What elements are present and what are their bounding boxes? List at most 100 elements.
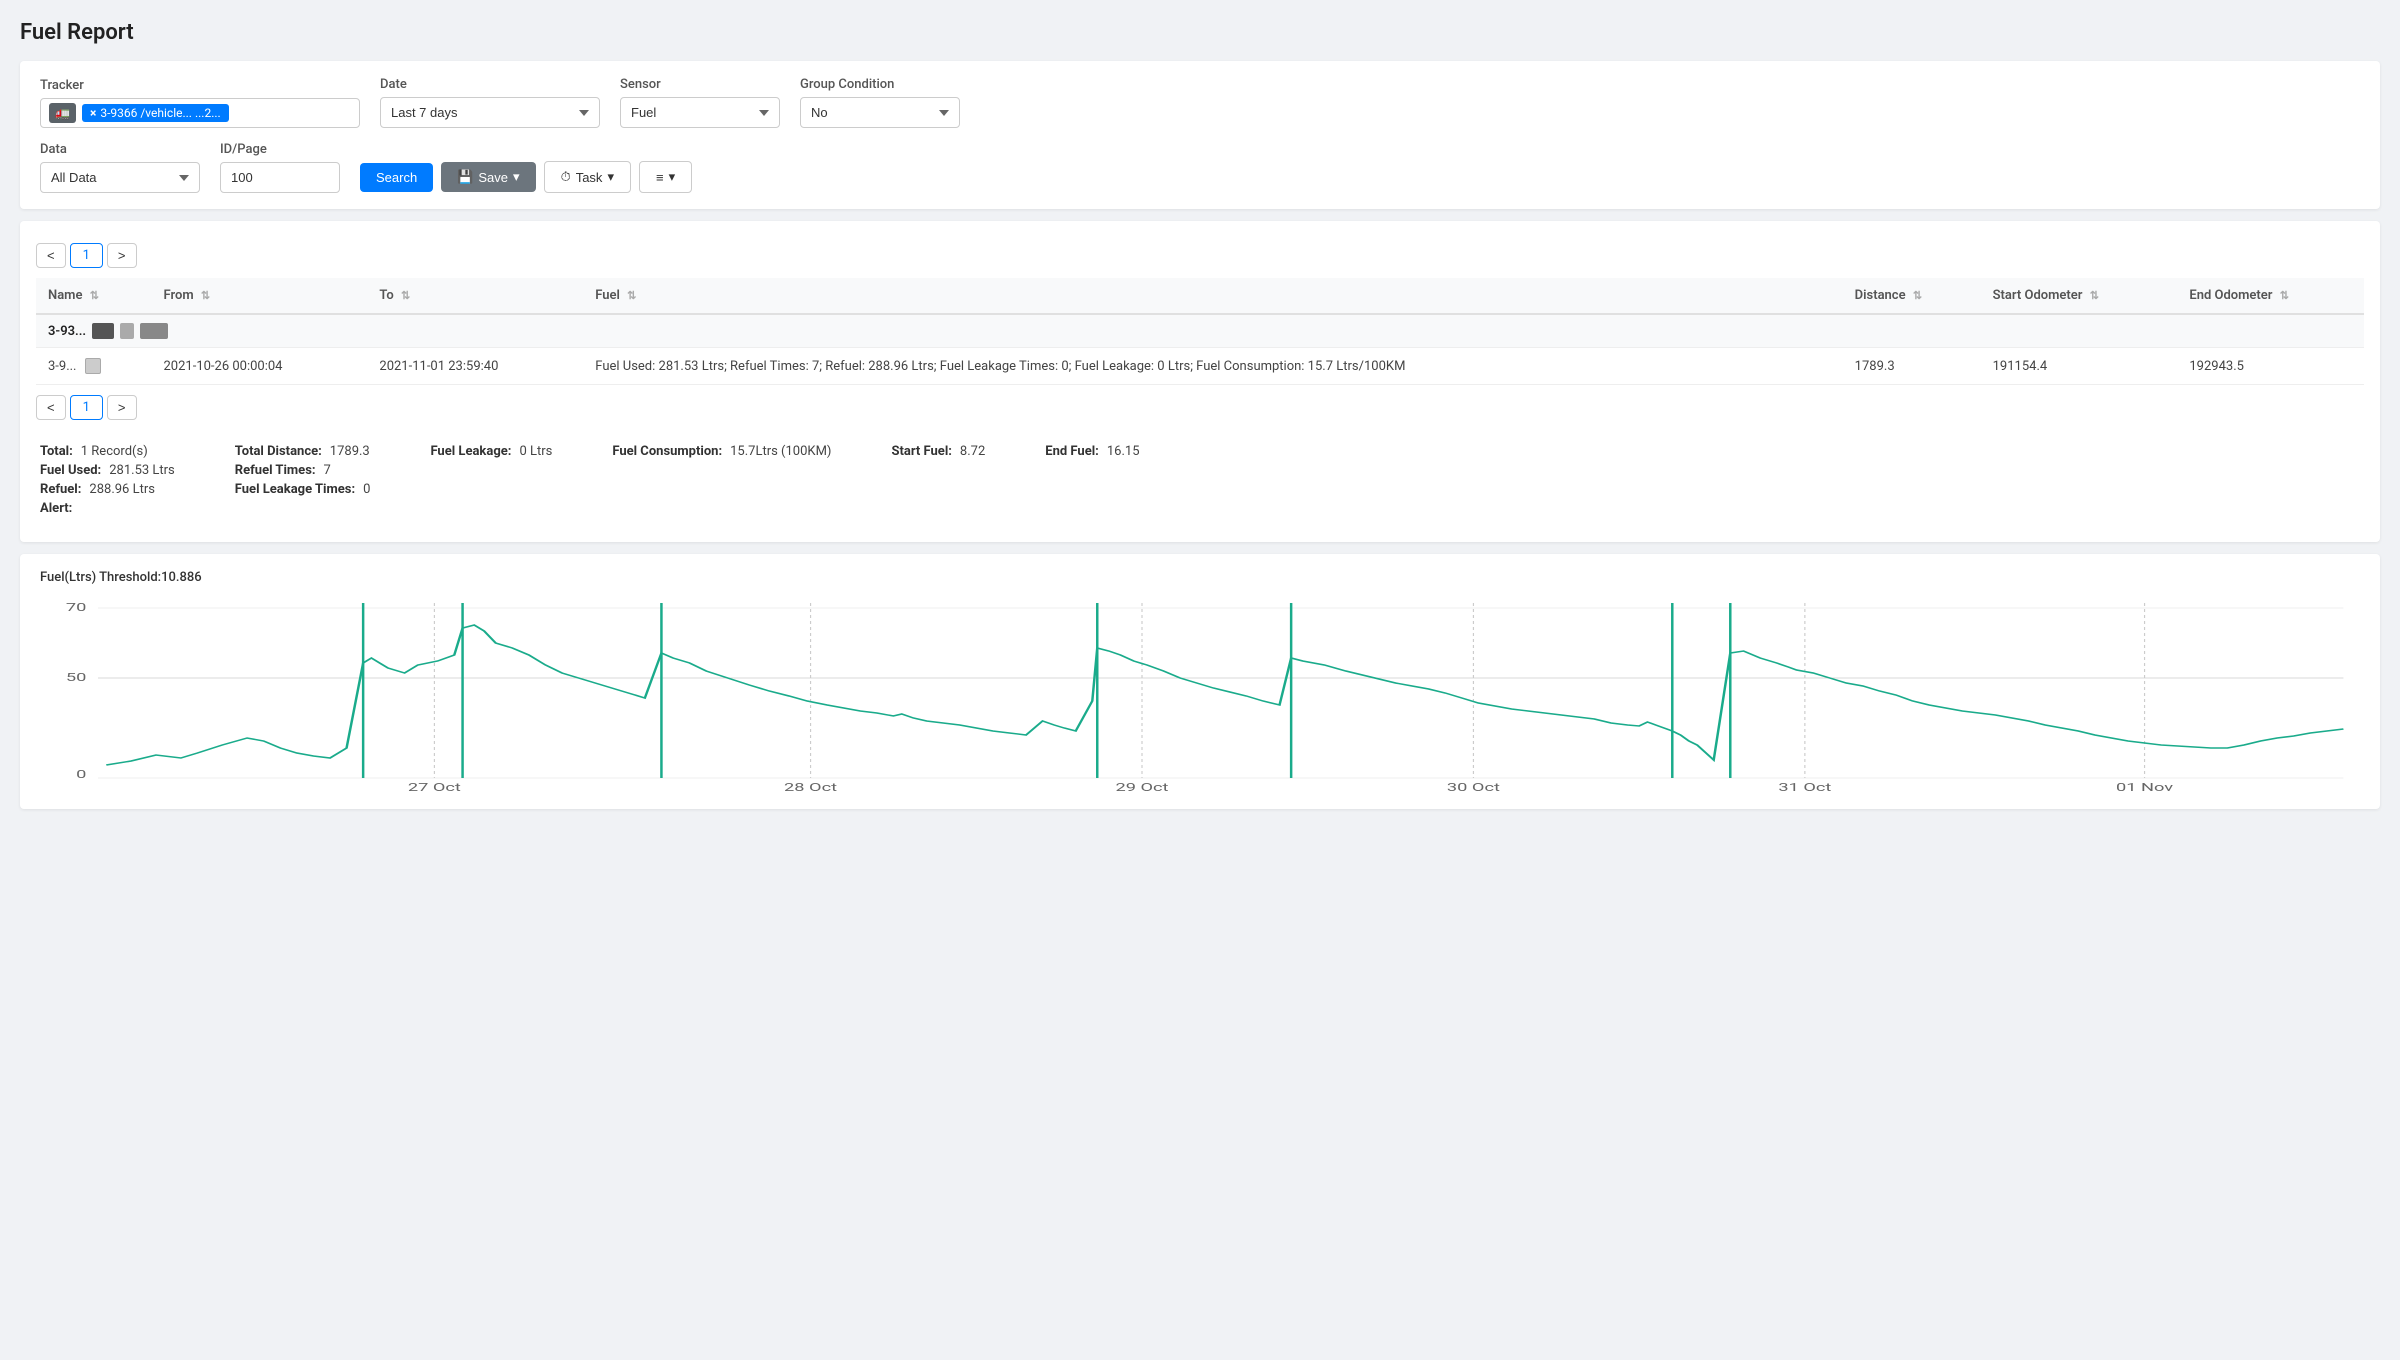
summary-col-2: Total Distance: 1789.3 Refuel Times: 7 F… xyxy=(235,444,371,497)
tracker-input-container[interactable]: 🚛 × 3-9366 /vehicle... ...2... xyxy=(40,98,360,128)
sub-row-name: 3-9... xyxy=(48,358,140,374)
col-start-odometer: Start Odometer ⇅ xyxy=(1981,278,2178,314)
distance-sort-icon[interactable]: ⇅ xyxy=(1913,289,1922,302)
fuel-report-table: Name ⇅ From ⇅ To ⇅ Fuel ⇅ Distance ⇅ xyxy=(36,278,2364,385)
sensor-select[interactable]: Fuel xyxy=(620,97,780,128)
fuel-leakage-label: Fuel Leakage: xyxy=(430,444,511,459)
from-sort-icon[interactable]: ⇅ xyxy=(201,289,210,302)
chart-title: Fuel(Ltrs) Threshold:10.886 xyxy=(40,570,2360,585)
row-name-cell: 3-9... xyxy=(36,348,152,385)
save-label: Save xyxy=(478,170,508,185)
action-buttons: Search 💾 Save ▾ ⏱ Task ▾ ≡ ▾ xyxy=(360,161,692,193)
tracker-label: Tracker xyxy=(40,78,360,93)
data-select[interactable]: All Data xyxy=(40,162,200,193)
summary-col-5: Start Fuel: 8.72 xyxy=(891,444,985,459)
save-button[interactable]: 💾 Save ▾ xyxy=(441,162,535,192)
prev-page-bottom-button[interactable]: < xyxy=(36,395,66,420)
total-distance-label: Total Distance: xyxy=(235,444,322,459)
name-icon-medium xyxy=(140,323,168,339)
col-name: Name ⇅ xyxy=(36,278,152,314)
next-page-bottom-button[interactable]: > xyxy=(107,395,137,420)
svg-text:27 Oct: 27 Oct xyxy=(408,781,461,794)
date-select[interactable]: Last 7 days xyxy=(380,97,600,128)
fuel-consumption-value: 15.7Ltrs (100KM) xyxy=(730,444,831,459)
current-page-bottom-indicator: 1 xyxy=(70,395,103,420)
fuel-leakage-times-label: Fuel Leakage Times: xyxy=(235,482,355,497)
task-button[interactable]: ⏱ Task ▾ xyxy=(544,161,631,193)
group-condition-select[interactable]: No xyxy=(800,97,960,128)
refuel-value: 288.96 Ltrs xyxy=(89,482,155,497)
fuel-sort-icon[interactable]: ⇅ xyxy=(627,289,636,302)
col-fuel: Fuel ⇅ xyxy=(583,278,1842,314)
name-icon-dark xyxy=(92,323,114,339)
summary-col-4: Fuel Consumption: 15.7Ltrs (100KM) xyxy=(612,444,831,459)
start-odometer-sort-icon[interactable]: ⇅ xyxy=(2090,289,2099,302)
col-from: From ⇅ xyxy=(152,278,368,314)
svg-text:50: 50 xyxy=(66,671,86,684)
col-end-odometer: End Odometer ⇅ xyxy=(2177,278,2364,314)
save-icon: 💾 xyxy=(457,169,473,185)
tracker-remove-icon[interactable]: × xyxy=(90,106,96,120)
svg-text:30 Oct: 30 Oct xyxy=(1447,781,1500,794)
refuel-times-label: Refuel Times: xyxy=(235,463,316,478)
name-icon-light xyxy=(120,323,134,339)
prev-page-button[interactable]: < xyxy=(36,243,66,268)
pagination-top: < 1 > xyxy=(36,243,2364,268)
svg-text:01 Nov: 01 Nov xyxy=(2116,781,2174,794)
id-page-input[interactable] xyxy=(220,162,340,193)
id-page-label: ID/Page xyxy=(220,142,340,157)
start-fuel-label: Start Fuel: xyxy=(891,444,951,459)
row-to-cell: 2021-11-01 23:59:40 xyxy=(367,348,583,385)
date-label: Date xyxy=(380,77,600,92)
task-chevron-icon: ▾ xyxy=(607,169,614,185)
summary-col-3: Fuel Leakage: 0 Ltrs xyxy=(430,444,552,459)
pagination-bottom: < 1 > xyxy=(36,395,2364,420)
row-start-odometer-cell: 191154.4 xyxy=(1981,348,2178,385)
page-title: Fuel Report xyxy=(20,20,2380,45)
summary-col-6: End Fuel: 16.15 xyxy=(1045,444,1139,459)
current-page-indicator: 1 xyxy=(70,243,103,268)
save-chevron-icon: ▾ xyxy=(513,169,520,185)
row-distance-cell: 1789.3 xyxy=(1843,348,1981,385)
to-sort-icon[interactable]: ⇅ xyxy=(401,289,410,302)
search-button[interactable]: Search xyxy=(360,163,433,192)
tracker-tag-value: 3-9366 /vehicle... ...2... xyxy=(100,106,220,120)
fuel-used-label: Fuel Used: xyxy=(40,463,101,478)
tracker-filter-group: Tracker 🚛 × 3-9366 /vehicle... ...2... xyxy=(40,78,360,128)
end-fuel-value: 16.15 xyxy=(1107,444,1140,459)
table-header-row: Name ⇅ From ⇅ To ⇅ Fuel ⇅ Distance ⇅ xyxy=(36,278,2364,314)
row-fuel-cell: Fuel Used: 281.53 Ltrs; Refuel Times: 7;… xyxy=(583,348,1842,385)
menu-icon: ≡ xyxy=(656,170,664,185)
end-fuel-label: End Fuel: xyxy=(1045,444,1099,459)
group-name-row: 3-93... xyxy=(48,323,2352,339)
fuel-chart: 70 50 0 27 Oct 28 Oct 29 Oct 30 Oct 31 O… xyxy=(40,593,2360,793)
sensor-filter-group: Sensor Fuel xyxy=(620,77,780,128)
tracker-tag[interactable]: × 3-9366 /vehicle... ...2... xyxy=(82,104,229,122)
summary-col-1: Total: 1 Record(s) Fuel Used: 281.53 Ltr… xyxy=(40,444,175,516)
total-distance-value: 1789.3 xyxy=(330,444,370,459)
group-condition-label: Group Condition xyxy=(800,77,960,92)
row-name-sub-text: 3-9... xyxy=(48,359,77,374)
id-page-filter-group: ID/Page xyxy=(220,142,340,193)
menu-chevron-icon: ▾ xyxy=(669,169,676,185)
refuel-times-value: 7 xyxy=(324,463,331,478)
sub-box-icon xyxy=(85,358,101,374)
col-to: To ⇅ xyxy=(367,278,583,314)
total-label: Total: xyxy=(40,444,73,459)
sensor-label: Sensor xyxy=(620,77,780,92)
menu-button[interactable]: ≡ ▾ xyxy=(639,161,692,193)
task-label: Task xyxy=(576,170,603,185)
fuel-leakage-value: 0 Ltrs xyxy=(519,444,552,459)
summary-section: Total: 1 Record(s) Fuel Used: 281.53 Ltr… xyxy=(36,430,2364,530)
refuel-label: Refuel: xyxy=(40,482,81,497)
svg-text:70: 70 xyxy=(66,601,86,614)
svg-text:29 Oct: 29 Oct xyxy=(1115,781,1168,794)
end-odometer-sort-icon[interactable]: ⇅ xyxy=(2280,289,2289,302)
next-page-button[interactable]: > xyxy=(107,243,137,268)
group-condition-filter-group: Group Condition No xyxy=(800,77,960,128)
name-sort-icon[interactable]: ⇅ xyxy=(90,289,99,302)
group-name-text: 3-93... xyxy=(48,324,86,339)
fuel-consumption-label: Fuel Consumption: xyxy=(612,444,722,459)
chart-card: Fuel(Ltrs) Threshold:10.886 70 50 0 27 O… xyxy=(20,554,2380,809)
task-icon: ⏱ xyxy=(561,169,571,185)
